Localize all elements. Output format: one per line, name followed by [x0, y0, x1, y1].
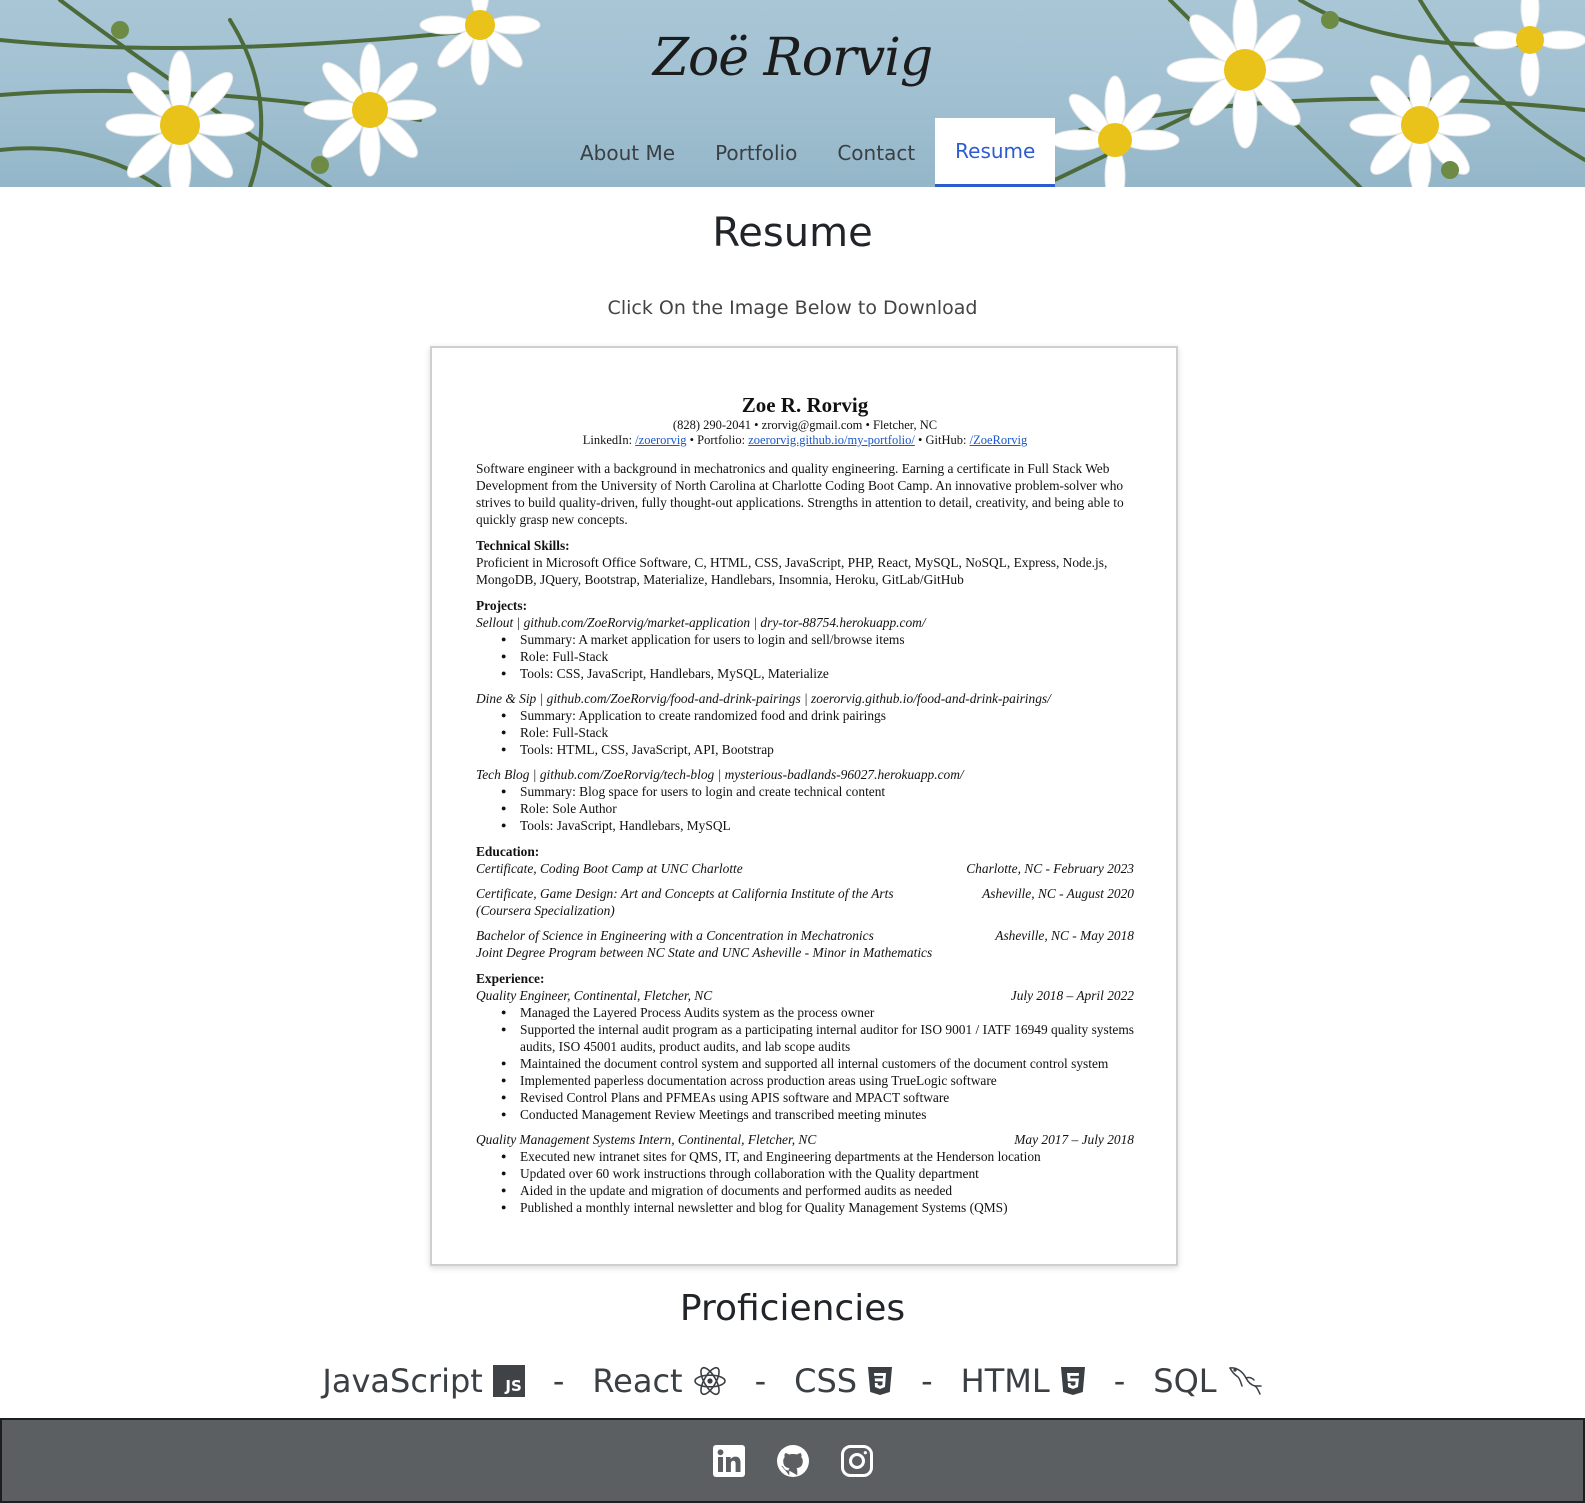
resume-linkedin-link: /zoerorvig — [635, 433, 687, 447]
resume-education-entry: Bachelor of Science in Engineering with … — [476, 928, 1134, 943]
list-item: Tools: CSS, JavaScript, Handlebars, MySQ… — [501, 665, 1134, 682]
proficiency-javascript: JavaScript JS — [322, 1362, 525, 1400]
list-item: Tools: HTML, CSS, JavaScript, API, Boots… — [501, 741, 1134, 758]
resume-projects-heading: Projects: — [476, 598, 528, 613]
list-item: Summary: Blog space for users to login a… — [501, 783, 1134, 800]
react-icon — [693, 1364, 727, 1398]
nav-resume[interactable]: Resume — [935, 118, 1056, 187]
site-title: Zoë Rorvig — [652, 28, 933, 88]
list-item: Role: Sole Author — [501, 800, 1134, 817]
proficiencies-list: JavaScript JS - React - CSS - HTML - SQL — [0, 1356, 1585, 1406]
javascript-icon: JS — [492, 1365, 525, 1397]
list-item: Aided in the update and migration of doc… — [501, 1182, 1134, 1199]
resume-project-title: Dine & Sip | github.com/ZoeRorvig/food-a… — [476, 691, 1051, 706]
list-item: Implemented paperless documentation acro… — [501, 1072, 1134, 1089]
resume-project-title: Tech Blog | github.com/ZoeRorvig/tech-bl… — [476, 767, 964, 782]
resume-experience-entry: Quality Engineer, Continental, Fletcher,… — [476, 988, 1134, 1003]
list-item: Published a monthly internal newsletter … — [501, 1199, 1134, 1216]
resume-download-image[interactable]: Zoe R. Rorvig (828) 290-2041 • zrorvig@g… — [430, 346, 1178, 1266]
list-item: Updated over 60 work instructions throug… — [501, 1165, 1134, 1182]
resume-github-link: /ZoeRorvig — [969, 433, 1028, 447]
resume-education-heading: Education: — [476, 844, 540, 859]
css3-icon — [867, 1366, 893, 1396]
proficiency-react: React — [592, 1362, 726, 1400]
proficiency-css: CSS — [794, 1362, 893, 1400]
proficiency-sql: SQL — [1153, 1362, 1262, 1400]
page-title: Resume — [712, 210, 873, 256]
resume-name: Zoe R. Rorvig — [741, 393, 869, 417]
download-instruction: Click On the Image Below to Download — [607, 297, 978, 319]
list-item: Supported the internal audit program as … — [501, 1021, 1134, 1055]
resume-education-note: Joint Degree Program between NC State an… — [476, 945, 933, 960]
resume-education-entry: Certificate, Game Design: Art and Concep… — [476, 886, 1134, 901]
resume-summary: Software engineer with a background in m… — [476, 461, 1124, 527]
separator: - — [921, 1362, 933, 1400]
resume-contact: (828) 290-2041 • zrorvig@gmail.com • Fle… — [672, 418, 938, 432]
resume-project-bullets: Summary: Application to create randomize… — [476, 707, 1134, 758]
list-item: Role: Full-Stack — [501, 724, 1134, 741]
list-item: Executed new intranet sites for QMS, IT,… — [501, 1148, 1134, 1165]
nav-portfolio[interactable]: Portfolio — [695, 118, 817, 187]
instagram-icon[interactable] — [840, 1444, 874, 1478]
site-footer — [0, 1418, 1585, 1503]
resume-links: LinkedIn: /zoerorvig • Portfolio: zoeror… — [582, 433, 1028, 447]
resume-experience-bullets: Executed new intranet sites for QMS, IT,… — [476, 1148, 1134, 1216]
list-item: Tools: JavaScript, Handlebars, MySQL — [501, 817, 1134, 834]
github-icon[interactable] — [776, 1444, 810, 1478]
separator: - — [754, 1362, 767, 1400]
resume-project-bullets: Summary: A market application for users … — [476, 631, 1134, 682]
resume-experience-entry: Quality Management Systems Intern, Conti… — [476, 1132, 1134, 1147]
resume-skills: Proficient in Microsoft Office Software,… — [476, 555, 1108, 587]
nav-contact[interactable]: Contact — [817, 118, 935, 187]
linkedin-icon[interactable] — [712, 1444, 746, 1478]
main-nav: About Me Portfolio Contact Resume — [560, 118, 1056, 187]
list-item: Conducted Management Review Meetings and… — [501, 1106, 1134, 1123]
site-header: Zoë Rorvig About Me Portfolio Contact Re… — [0, 0, 1585, 187]
list-item: Role: Full-Stack — [501, 648, 1134, 665]
proficiency-html: HTML — [961, 1362, 1086, 1400]
resume-portfolio-link: zoerorvig.github.io/my-portfolio/ — [748, 433, 915, 447]
resume-education-entry: Certificate, Coding Boot Camp at UNC Cha… — [476, 861, 1134, 876]
resume-education-note: (Coursera Specialization) — [476, 903, 615, 918]
resume-experience-heading: Experience: — [476, 971, 545, 986]
resume-experience-bullets: Managed the Layered Process Audits syste… — [476, 1004, 1134, 1123]
resume-project-bullets: Summary: Blog space for users to login a… — [476, 783, 1134, 834]
list-item: Revised Control Plans and PFMEAs using A… — [501, 1089, 1134, 1106]
list-item: Managed the Layered Process Audits syste… — [501, 1004, 1134, 1021]
separator: - — [1113, 1362, 1126, 1400]
html5-icon — [1060, 1366, 1086, 1396]
resume-project-title: Sellout | github.com/ZoeRorvig/market-ap… — [476, 615, 926, 630]
list-item: Summary: A market application for users … — [501, 631, 1134, 648]
separator: - — [552, 1362, 565, 1400]
list-item: Maintained the document control system a… — [501, 1055, 1134, 1072]
resume-skills-heading: Technical Skills: — [476, 538, 570, 553]
mysql-dolphin-icon — [1227, 1364, 1263, 1398]
list-item: Summary: Application to create randomize… — [501, 707, 1134, 724]
proficiencies-heading: Proficiencies — [679, 1288, 906, 1329]
nav-about-me[interactable]: About Me — [560, 118, 695, 187]
